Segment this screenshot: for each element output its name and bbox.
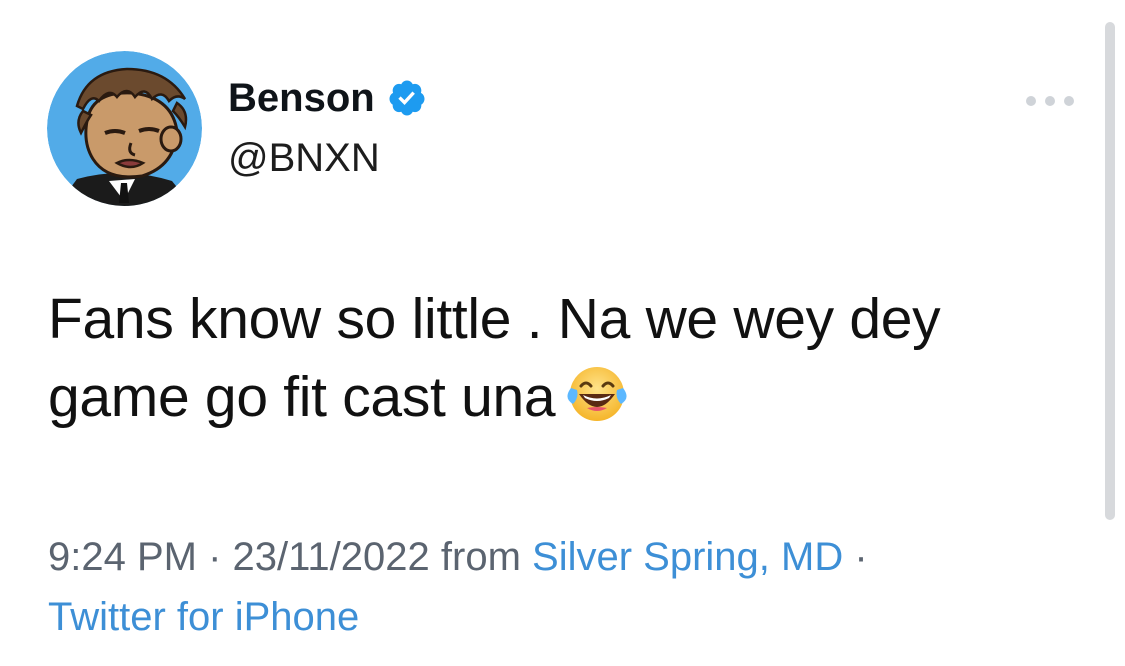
verified-badge-icon — [387, 78, 427, 118]
source-link[interactable]: Twitter for iPhone — [48, 595, 359, 639]
separator: · — [854, 535, 868, 579]
dot — [1045, 96, 1055, 106]
username-handle[interactable]: @BNXN — [228, 138, 380, 178]
face-with-tears-of-joy-icon — [565, 362, 629, 426]
tweet-metadata: 9:24 PM · 23/11/2022 from Silver Spring,… — [48, 527, 1088, 647]
separator: · — [208, 535, 222, 579]
display-name-text: Benson — [228, 76, 375, 120]
scrollbar[interactable] — [1105, 22, 1115, 520]
from-label: from — [440, 535, 521, 579]
more-options-icon[interactable] — [1026, 92, 1074, 110]
dot — [1064, 96, 1074, 106]
avatar[interactable] — [47, 51, 202, 206]
tweet-time: 9:24 PM — [48, 535, 197, 579]
location-link[interactable]: Silver Spring, MD — [532, 535, 843, 579]
display-name[interactable]: Benson — [228, 78, 427, 118]
tweet-text: Fans know so little . Na we wey dey game… — [48, 280, 1058, 436]
dot — [1026, 96, 1036, 106]
tweet-date: 23/11/2022 — [232, 535, 430, 579]
tweet-body: Fans know so little . Na we wey dey game… — [48, 287, 941, 429]
